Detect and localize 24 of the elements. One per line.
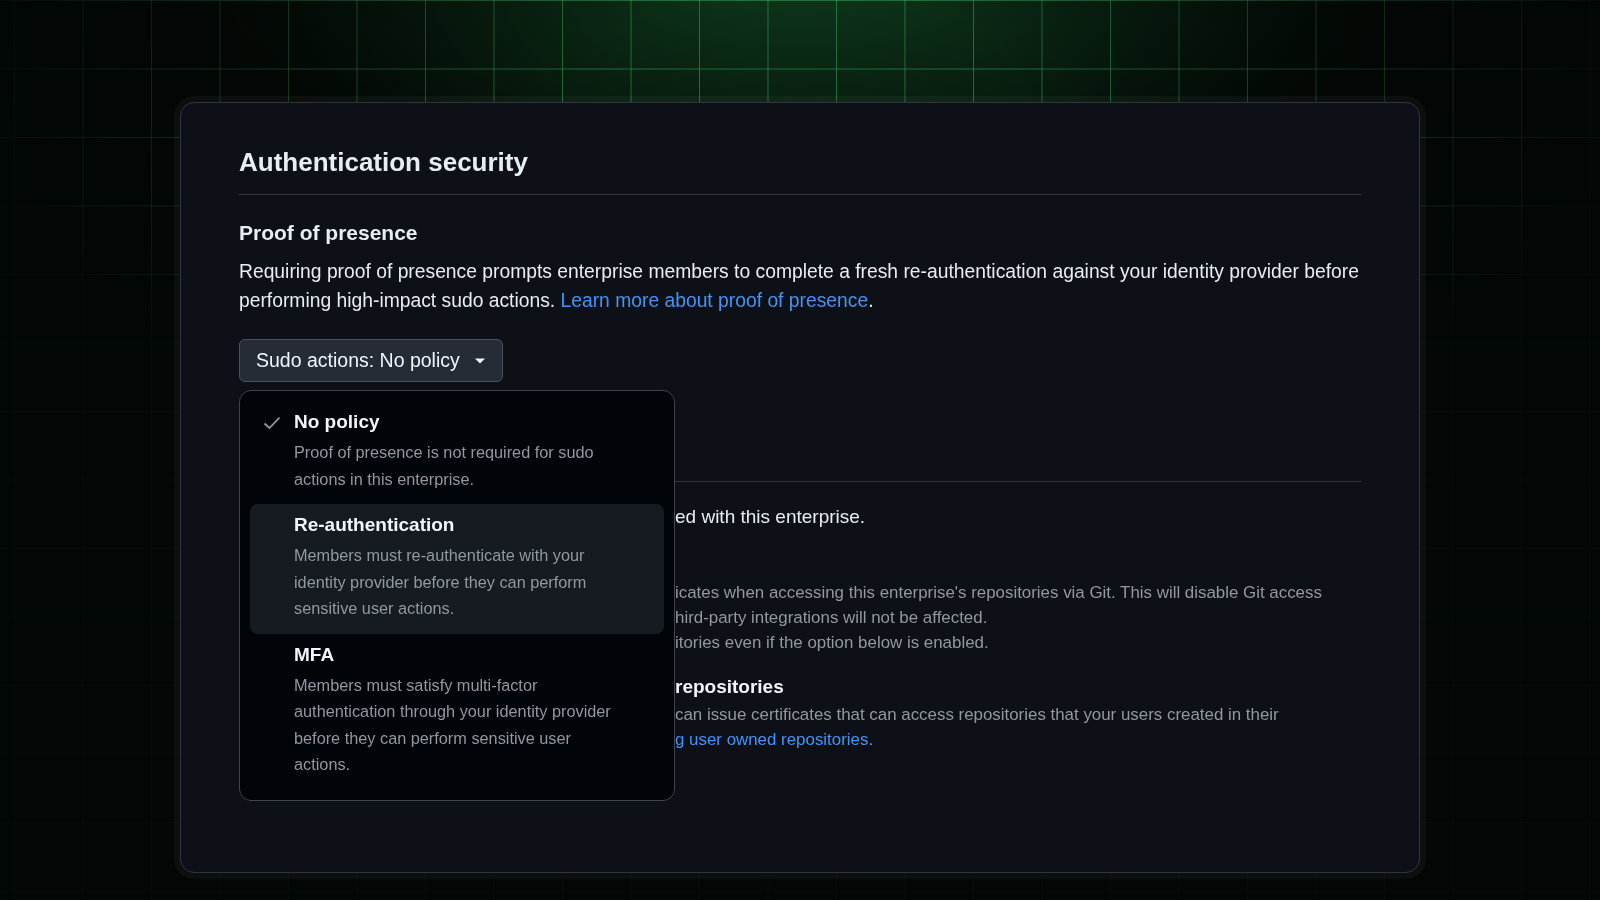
option-title: Re-authentication: [294, 514, 455, 536]
repositories-link[interactable]: g user owned repositories: [675, 730, 869, 749]
check-icon: [263, 416, 281, 430]
option-description: Members must re-authenticate with your identity provider before they can perform sensitive user actions.: [294, 545, 588, 619]
option-description: Proof of presence is not required for sudo actions in this enterprise.: [294, 442, 595, 490]
page-title: Authentication security: [239, 147, 528, 178]
subsection-heading: repositories: [675, 676, 785, 698]
description-line: itories even if the option below is enabled.: [675, 632, 989, 654]
section-description: Requiring proof of presence prompts enterprise members to complete a fresh re-authentication against your identity provider before performing high-impact sudo actions. Learn more about proof of presence.: [239, 260, 1360, 313]
option-description: Members must satisfy multi-factor authentication through your identity provider before they can perform sensitive user actions.: [294, 674, 612, 775]
option-title: MFA: [294, 643, 335, 666]
menu-option[interactable]: Re-authentication Members must re-authenticate with your identity provider before they can perform sensitive user actions.: [250, 504, 664, 634]
description-line: hird-party integrations will not be affected.: [675, 607, 988, 629]
learn-more-link[interactable]: Learn more about proof of presence: [560, 290, 869, 311]
section-text: ed with this enterprise.: [675, 506, 867, 528]
menu-option[interactable]: MFA Members must satisfy multi-factor authentication through your identity provider before they can perform sensitive user actions.: [250, 633, 664, 790]
subsection-description: can issue certificates that can access repositories that your users created in their: [675, 704, 1280, 726]
menu-option[interactable]: No policy Proof of presence is not required for sudo actions in this enterprise.: [250, 401, 664, 504]
caret-icon: [473, 356, 486, 365]
sudo-actions-dropdown[interactable]: Sudo actions: No policy: [239, 339, 503, 382]
section-heading: Proof of presence: [239, 221, 418, 245]
description-line: icates when accessing this enterprise's repositories via Git. This will disable Git access: [675, 582, 1322, 604]
option-title: No policy: [294, 411, 380, 433]
subsection-link-line: g user owned repositories.: [675, 729, 875, 751]
